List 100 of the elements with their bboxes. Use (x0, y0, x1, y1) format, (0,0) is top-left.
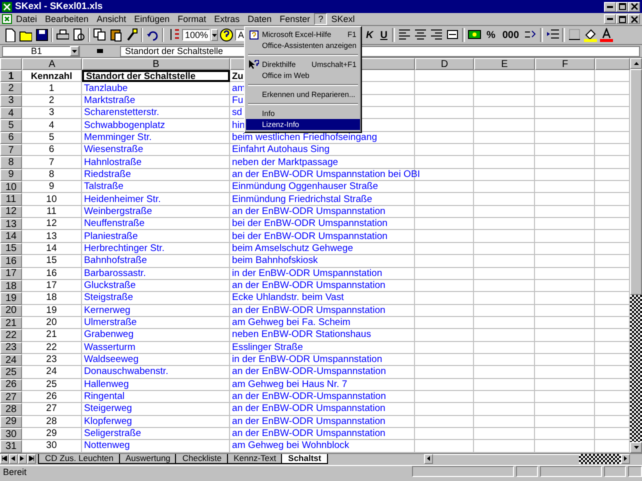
row-header[interactable]: 26 (0, 378, 22, 391)
next-sheet-button[interactable] (18, 454, 27, 464)
menu-item[interactable]: Format (174, 13, 210, 25)
paste-icon (109, 28, 122, 42)
menu-item[interactable]: Daten (244, 13, 276, 25)
row-header[interactable]: 24 (0, 354, 22, 366)
row-header[interactable]: 8 (0, 156, 22, 169)
cell-text: 6 (48, 144, 54, 156)
sheet-tab[interactable]: Checkliste (175, 454, 229, 464)
row-header[interactable]: 15 (0, 242, 22, 256)
number-format-button[interactable]: 000 (499, 28, 522, 42)
close-button[interactable] (628, 2, 640, 12)
row-header[interactable]: 29 (0, 416, 22, 428)
italic-button[interactable]: K (363, 28, 376, 42)
sheet-tab[interactable]: CD Zus. Leuchten (38, 454, 121, 464)
close-button[interactable] (628, 14, 640, 24)
row-header[interactable]: 2 (0, 82, 22, 95)
column-header[interactable]: A (22, 58, 82, 70)
row-header[interactable]: 13 (0, 218, 22, 230)
copy-button[interactable] (92, 27, 107, 43)
row-header[interactable]: 21 (0, 316, 22, 330)
row-header[interactable]: 17 (0, 268, 22, 280)
menu-item[interactable]: ? (314, 13, 328, 25)
row-header[interactable]: 4 (0, 107, 22, 120)
row-header[interactable]: 19 (0, 292, 22, 305)
borders-button[interactable] (567, 27, 582, 43)
sheet-tab[interactable]: Kennz-Text (226, 454, 284, 464)
menu-item[interactable]: Bearbeiten (41, 13, 93, 25)
row-header[interactable]: 1 (0, 70, 22, 82)
caret-icon (212, 34, 217, 36)
menu-item[interactable]: Extras (210, 13, 244, 25)
row-header[interactable]: 28 (0, 403, 22, 416)
column-header[interactable]: D (415, 58, 474, 70)
row-header[interactable]: 7 (0, 144, 22, 156)
font-color-button[interactable] (599, 27, 614, 43)
previous-sheet-button[interactable] (9, 454, 18, 464)
row-header[interactable]: 16 (0, 255, 22, 268)
fill-color-button[interactable] (583, 27, 598, 43)
sheet-tab[interactable]: Auswertung (118, 454, 178, 464)
empty-cell (474, 304, 535, 317)
row-header[interactable]: 25 (0, 366, 22, 379)
cell-text: Ecke Uhlandstr. beim Vast (232, 292, 344, 304)
column-header[interactable]: F (535, 58, 595, 70)
selected-cell[interactable]: Standort der Schaltstelle (82, 70, 230, 82)
scrollbar-thumb[interactable] (630, 69, 642, 295)
minimize-button[interactable] (604, 14, 616, 24)
column-header[interactable]: E (474, 58, 535, 70)
column-header[interactable] (595, 58, 630, 70)
column-header[interactable]: B (82, 58, 230, 70)
first-sheet-button[interactable] (0, 454, 9, 464)
row-header[interactable]: 27 (0, 390, 22, 404)
scroll-up-button[interactable] (630, 58, 642, 69)
cell-text: Bahnhofstraße (84, 255, 147, 266)
row-header[interactable]: 30 (0, 428, 22, 440)
row-header[interactable]: 20 (0, 304, 22, 317)
zoom-field[interactable]: 100% (182, 29, 210, 41)
number-format-button[interactable]: % (483, 28, 498, 42)
row-header[interactable]: 9 (0, 168, 22, 182)
row-header[interactable]: 3 (0, 94, 22, 108)
maximize-button[interactable] (616, 2, 628, 12)
maximize-button[interactable] (616, 14, 628, 24)
row-header[interactable]: 6 (0, 132, 22, 144)
menu-item[interactable]: Fenster (276, 13, 314, 25)
cell-text: 29 (46, 428, 57, 440)
scroll-right-button[interactable] (621, 454, 630, 464)
font-field[interactable]: A (235, 29, 244, 41)
row-header[interactable]: 10 (0, 181, 22, 194)
cell-text: Standort der Schaltstelle (86, 71, 196, 82)
empty-cell (474, 378, 535, 391)
down-arrow-icon (634, 446, 638, 449)
row-header[interactable]: 5 (0, 119, 22, 132)
row-header[interactable]: 14 (0, 230, 22, 243)
dropdown-button[interactable] (70, 46, 79, 56)
menu-item[interactable]: Ansicht (92, 13, 130, 25)
row-header[interactable]: 11 (0, 193, 22, 206)
row-header[interactable]: 31 (0, 440, 22, 453)
menu-item[interactable]: SKexl (327, 13, 359, 25)
row-header[interactable]: 12 (0, 206, 22, 218)
underline-button[interactable]: U (377, 28, 390, 42)
print-preview-button[interactable] (71, 27, 86, 43)
empty-cell (474, 94, 535, 108)
paste-button[interactable] (108, 27, 123, 43)
name-box[interactable]: B1 (2, 46, 80, 56)
row-header[interactable]: 18 (0, 280, 22, 292)
empty-cell (474, 230, 535, 243)
save-button[interactable] (34, 27, 49, 43)
help-button[interactable] (219, 27, 234, 43)
last-sheet-button[interactable] (27, 454, 36, 464)
print-preview-icon (72, 28, 85, 42)
sheet-tab[interactable]: Schaltst (281, 454, 328, 464)
menu-item[interactable]: Datei (12, 13, 42, 25)
select-all-button[interactable] (0, 58, 22, 70)
scroll-left-button[interactable] (424, 454, 433, 464)
empty-cell (474, 342, 535, 354)
row-header[interactable]: 23 (0, 342, 22, 354)
menu-item[interactable]: Einfügen (130, 13, 174, 25)
minimize-button[interactable] (604, 2, 616, 12)
dropdown-button[interactable] (211, 29, 218, 41)
row-header[interactable]: 22 (0, 329, 22, 342)
scroll-down-button[interactable] (630, 442, 642, 453)
